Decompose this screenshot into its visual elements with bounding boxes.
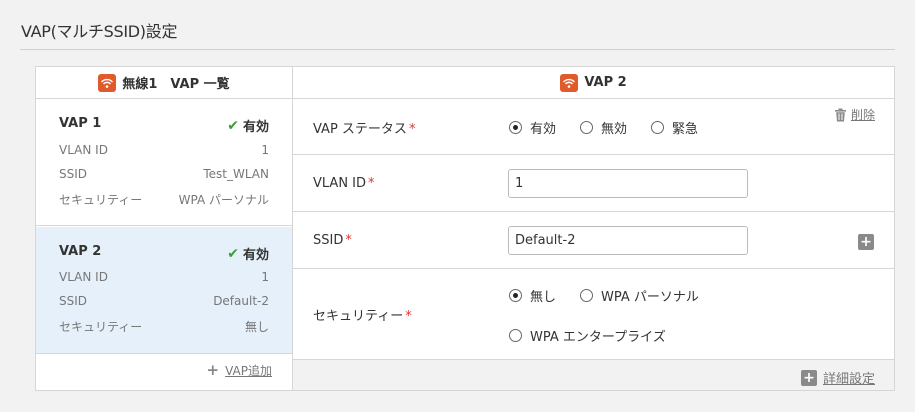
radio-security-none[interactable]: 無し [509,286,556,305]
vap-status-radio-group: 有効 無効 緊急 [509,118,722,137]
ssid-label: SSID * [313,233,352,248]
radio-button[interactable] [651,121,665,134]
plus-icon: + [206,361,220,379]
radio-label: WPA パーソナル [601,290,699,305]
add-ssid-plus-icon[interactable]: + [858,234,874,250]
ssid-input[interactable] [508,226,748,255]
vap-info-row: セキュリティー WPA パーソナル [59,191,269,208]
row-label: SSID [59,167,88,181]
vap-list-header: 無線1 VAP 一覧 [36,67,292,99]
row-value: WPA パーソナル [178,193,269,207]
row-label: VLAN ID [59,143,108,157]
vap-name: VAP 2 [59,244,102,259]
security-radio-group-row1: 無し WPA パーソナル [509,286,723,305]
radio-disabled[interactable]: 無効 [580,118,627,137]
radio-emergency[interactable]: 緊急 [651,118,698,137]
vap-card-1[interactable]: VAP 1 ✔ 有効 VLAN ID 1 SSID Test_WLAN セキュリ… [36,99,292,226]
vlan-id-input[interactable] [508,169,748,198]
check-icon: ✔ [227,245,239,262]
vap-info-row: VLAN ID 1 [59,270,269,284]
advanced-settings-button[interactable]: + 詳細設定 [800,368,875,387]
vap-info-row: VLAN ID 1 [59,143,269,157]
radio-label: WPA エンタープライズ [530,330,666,345]
vap-detail-header: VAP 2 [293,67,894,99]
radio-label: 無効 [601,122,628,137]
row-label: セキュリティー [59,193,143,207]
advanced-settings-label: 詳細設定 [822,372,875,387]
vap-status-label: VAP ステータス * [313,118,415,137]
title-divider [20,49,895,50]
row-value: 1 [261,143,269,157]
row-label: SSID [59,294,88,308]
vap-list-column: 無線1 VAP 一覧 VAP 1 ✔ 有効 VLAN ID 1 SSID Tes… [36,67,293,390]
wifi-icon [560,73,579,92]
row-value: Default-2 [213,294,269,308]
radio-label: 無し [530,290,557,305]
vlan-id-row: VLAN ID * [293,155,894,212]
vap-detail-title: VAP 2 [584,75,627,90]
security-radio-group-row2: WPA エンタープライズ [509,326,690,345]
vap-info-row: SSID Default-2 [59,294,269,308]
radio-button[interactable] [509,289,522,302]
row-label: セキュリティー [59,320,143,334]
vap-settings-panel: 無線1 VAP 一覧 VAP 1 ✔ 有効 VLAN ID 1 SSID Tes… [35,66,895,391]
check-icon: ✔ [227,117,239,134]
wifi-icon [98,73,117,92]
required-mark: * [408,122,416,137]
radio-button[interactable] [509,121,522,134]
add-vap-label: VAP追加 [225,363,272,378]
label-text: VLAN ID [313,176,367,191]
ssid-row: SSID* + [293,212,894,269]
radio-button[interactable] [580,121,594,134]
vap-info-row: SSID Test_WLAN [59,167,269,181]
delete-button[interactable]: 削除 [834,106,875,123]
row-value: 1 [261,270,269,284]
required-mark: * [345,233,352,248]
row-label: VLAN ID [59,270,108,284]
radio-button[interactable] [509,329,522,342]
required-mark: * [405,309,412,324]
vap-list-title: 無線1 VAP 一覧 [122,77,230,92]
row-value: Test_WLAN [203,167,269,181]
add-vap-button[interactable]: + VAP追加 [207,361,272,379]
radio-label: 緊急 [672,122,699,137]
vap-name: VAP 1 [59,116,102,131]
vap-status: ✔ 有効 [227,244,269,264]
security-label: セキュリティー * [313,305,412,324]
radio-enabled[interactable]: 有効 [509,118,556,137]
vlan-id-label: VLAN ID * [313,176,375,191]
label-text: セキュリティー [313,309,404,324]
vap-detail-column: VAP 2 VAP ステータス * 有効 無効 緊急 削除 VLAN ID * … [293,67,894,390]
radio-security-wpa-enterprise[interactable]: WPA エンタープライズ [509,326,666,345]
delete-label: 削除 [850,108,875,122]
vap-info-row: セキュリティー 無し [59,318,269,335]
vap-card-2[interactable]: VAP 2 ✔ 有効 VLAN ID 1 SSID Default-2 セキュリ… [36,227,292,354]
plus-icon: + [800,369,817,386]
required-mark: * [368,176,375,191]
row-value: 無し [244,320,269,334]
label-text: SSID [313,233,344,248]
radio-label: 有効 [530,122,557,137]
security-row: セキュリティー * 無し WPA パーソナル WPA エンタープライズ [293,269,894,359]
page-title: VAP(マルチSSID)設定 [21,22,178,41]
vap-status-row: VAP ステータス * 有効 無効 緊急 削除 [293,99,894,155]
vap-status: ✔ 有効 [227,116,269,136]
vap-status-label: 有効 [242,120,269,135]
trash-icon [834,108,846,121]
radio-security-wpa-personal[interactable]: WPA パーソナル [580,286,699,305]
vap-status-label: 有効 [242,248,269,263]
label-text: VAP ステータス [313,122,407,137]
detail-footer: + 詳細設定 [293,359,894,390]
radio-button[interactable] [580,289,594,302]
